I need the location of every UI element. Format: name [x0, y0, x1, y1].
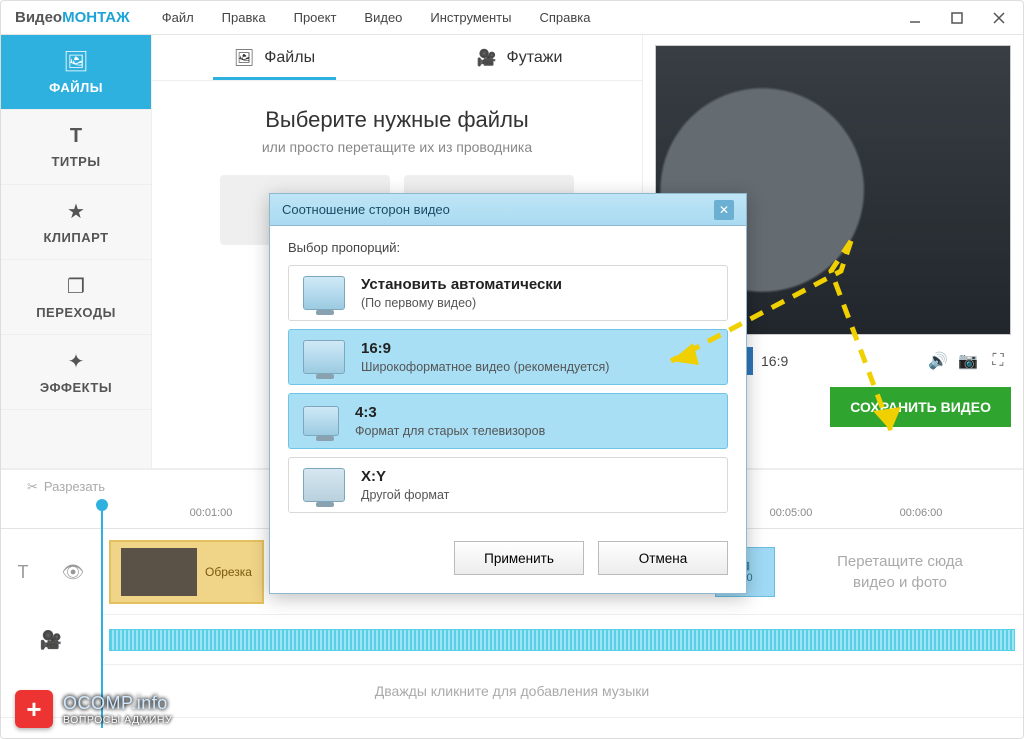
video-clip[interactable]: Обрезка [109, 540, 264, 604]
sidebar-titles[interactable]: T ТИТРЫ [1, 110, 151, 185]
tab-files[interactable]: 🖼 Файлы [152, 35, 397, 80]
sidebar-transitions[interactable]: ❐ ПЕРЕХОДЫ [1, 260, 151, 335]
save-video-button[interactable]: СОХРАНИТЬ ВИДЕО [830, 387, 1011, 427]
sidebar-clipart[interactable]: ★ КЛИПАРТ [1, 185, 151, 260]
monitor-custom-icon [303, 468, 345, 502]
option-16-9[interactable]: 16:9 Широкоформатное видео (рекомендуетс… [288, 329, 728, 385]
dialog-title: Соотношение сторон видео [282, 202, 450, 217]
tab-footage[interactable]: 🎥 Футажи [397, 35, 642, 80]
clip-thumbnail [121, 548, 197, 596]
aspect-ratio-dialog: Соотношение сторон видео ✕ Выбор пропорц… [269, 193, 747, 594]
audio-waveform[interactable] [109, 629, 1015, 651]
site-watermark: + OCOMP.info ВОПРОСЫ АДМИНУ [15, 690, 172, 728]
layers-icon: ❐ [67, 274, 85, 299]
ruler-tick: 00:05:00 [770, 507, 813, 519]
apply-button[interactable]: Применить [454, 541, 584, 575]
window-maximize[interactable] [937, 4, 977, 32]
drop-media-hint[interactable]: Перетащите сюда видео и фото [785, 551, 1015, 593]
camera-icon: 🎥 [477, 48, 497, 68]
watermark-badge: + [15, 690, 53, 728]
menu-project[interactable]: Проект [282, 4, 349, 31]
sidebar-label: ЭФФЕКТЫ [40, 380, 112, 395]
ruler-tick: 00:01:00 [190, 507, 233, 519]
tab-label: Файлы [264, 49, 315, 67]
track-head-video: 🎥 [1, 615, 101, 665]
cut-label: Разрезать [44, 479, 105, 494]
menu-tools[interactable]: Инструменты [418, 4, 523, 31]
sidebar-label: ФАЙЛЫ [49, 80, 103, 95]
sidebar-label: ТИТРЫ [51, 154, 100, 169]
monitor-icon [303, 276, 345, 310]
window-minimize[interactable] [895, 4, 935, 32]
snapshot-icon[interactable]: 📷 [955, 348, 981, 374]
option-sub: (По первому видео) [361, 296, 562, 310]
fullscreen-icon[interactable]: ⛶ [985, 348, 1011, 374]
option-sub: Формат для старых телевизоров [355, 424, 545, 438]
dialog-close-button[interactable]: ✕ [714, 200, 734, 220]
cut-button[interactable]: ✂ Разрезать [27, 479, 105, 495]
monitor-wide-icon [303, 340, 345, 374]
star-icon: ★ [67, 199, 85, 224]
menu-video[interactable]: Видео [352, 4, 414, 31]
text-track-icon[interactable]: T [18, 562, 29, 583]
option-sub: Широкоформатное видео (рекомендуется) [361, 360, 609, 374]
ruler-tick: 00:06:00 [900, 507, 943, 519]
clip-label: Обрезка [205, 565, 252, 579]
volume-icon[interactable]: 🔊 [925, 348, 951, 374]
sidebar-label: КЛИПАРТ [43, 230, 108, 245]
sidebar-files[interactable]: 🖼 ФАЙЛЫ [1, 35, 151, 110]
pictures-icon: 🖼 [234, 48, 254, 68]
wand-icon: ✦ [68, 349, 85, 374]
scissors-icon: ✂ [27, 479, 38, 495]
window-close[interactable] [979, 4, 1019, 32]
camera-track-icon[interactable]: 🎥 [40, 630, 62, 651]
track-head-text: T 👁 [1, 529, 101, 615]
app-logo: ВидеоМОНТАЖ [5, 9, 140, 26]
dialog-label: Выбор пропорций: [288, 240, 728, 255]
menu-help[interactable]: Справка [527, 4, 602, 31]
sidebar-label: ПЕРЕХОДЫ [36, 305, 116, 320]
option-custom[interactable]: X:Y Другой формат [288, 457, 728, 513]
monitor-43-icon [303, 406, 339, 436]
cancel-button[interactable]: Отмена [598, 541, 728, 575]
drop-subtitle: или просто перетащите их из проводника [182, 139, 612, 155]
option-auto[interactable]: Установить автоматически (По первому вид… [288, 265, 728, 321]
aspect-ratio-label[interactable]: 16:9 [761, 353, 788, 369]
menu-edit[interactable]: Правка [210, 4, 278, 31]
drop-title: Выберите нужные файлы [182, 107, 612, 133]
menu-file[interactable]: Файл [150, 4, 206, 31]
text-icon: T [70, 125, 82, 148]
option-sub: Другой формат [361, 488, 449, 502]
option-4-3[interactable]: 4:3 Формат для старых телевизоров [288, 393, 728, 449]
option-title: Установить автоматически [361, 276, 562, 293]
sidebar-effects[interactable]: ✦ ЭФФЕКТЫ [1, 335, 151, 410]
main-menu: Файл Правка Проект Видео Инструменты Спр… [150, 4, 603, 31]
left-sidebar: 🖼 ФАЙЛЫ T ТИТРЫ ★ КЛИПАРТ ❐ ПЕРЕХОДЫ ✦ Э… [1, 35, 151, 468]
option-title: 4:3 [355, 404, 377, 421]
tab-label: Футажи [507, 49, 563, 67]
option-title: X:Y [361, 468, 386, 485]
image-icon: 🖼 [63, 49, 88, 74]
visibility-icon[interactable]: 👁 [62, 562, 85, 583]
option-title: 16:9 [361, 340, 391, 357]
